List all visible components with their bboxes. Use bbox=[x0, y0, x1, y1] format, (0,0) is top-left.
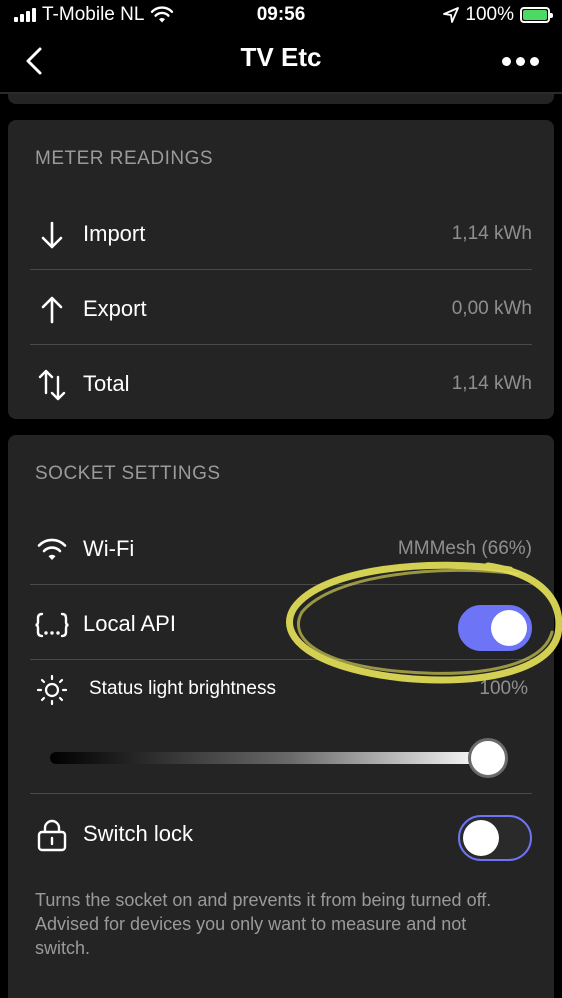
battery-charging-icon bbox=[520, 7, 553, 23]
wifi-row[interactable]: Wi-Fi MMMesh (66%) bbox=[30, 512, 532, 586]
arrow-down-icon bbox=[41, 221, 63, 249]
toggle-knob bbox=[491, 610, 527, 646]
wifi-value: MMMesh (66%) bbox=[397, 538, 532, 559]
meter-value: 0,00 kWh bbox=[451, 298, 532, 319]
arrow-up-icon bbox=[41, 296, 63, 324]
section-title: METER READINGS bbox=[35, 148, 214, 169]
toggle-knob bbox=[463, 820, 499, 856]
brightness-label: Status light brightness bbox=[89, 678, 276, 699]
meter-value: 1,14 kWh bbox=[451, 223, 532, 244]
wifi-icon bbox=[37, 538, 67, 560]
local-api-label: Local API bbox=[83, 611, 176, 636]
status-right: 100% bbox=[443, 4, 553, 26]
braces-icon bbox=[35, 612, 69, 638]
lock-icon bbox=[37, 819, 67, 852]
meter-row-import: Import 1,14 kWh bbox=[30, 197, 532, 271]
meter-readings-card: METER READINGS Import 1,14 kWh Export 0,… bbox=[8, 120, 554, 419]
meter-value: 1,14 kWh bbox=[451, 373, 532, 394]
page-title: TV Etc bbox=[240, 42, 322, 72]
wifi-label: Wi-Fi bbox=[83, 536, 135, 561]
switch-lock-description: Turns the socket on and prevents it from… bbox=[35, 890, 492, 958]
battery-percent: 100% bbox=[465, 4, 514, 25]
row-divider bbox=[30, 793, 532, 794]
meter-label: Total bbox=[83, 371, 130, 396]
arrows-up-down-icon bbox=[38, 369, 66, 401]
navigation-bar: TV Etc bbox=[0, 32, 562, 92]
brightness-slider-thumb[interactable] bbox=[468, 738, 508, 778]
ellipsis-icon[interactable] bbox=[500, 48, 540, 74]
row-divider bbox=[30, 659, 532, 660]
previous-card-edge bbox=[8, 94, 554, 104]
sun-icon bbox=[36, 674, 68, 706]
brightness-row: Status light brightness 100% bbox=[30, 662, 532, 722]
switch-lock-toggle[interactable] bbox=[458, 815, 532, 861]
meter-label: Import bbox=[83, 221, 146, 246]
location-arrow-icon bbox=[443, 7, 460, 23]
meter-row-total: Total 1,14 kWh bbox=[30, 347, 532, 421]
brightness-slider-track[interactable] bbox=[50, 752, 488, 764]
section-title: SOCKET SETTINGS bbox=[35, 463, 221, 484]
row-divider bbox=[30, 584, 532, 585]
switch-lock-row: Switch lock bbox=[30, 797, 532, 871]
row-divider bbox=[30, 269, 532, 270]
local-api-row: Local API bbox=[30, 587, 532, 661]
brightness-value: 100% bbox=[479, 678, 528, 699]
switch-lock-label: Switch lock bbox=[83, 821, 194, 846]
local-api-toggle[interactable] bbox=[458, 605, 532, 651]
meter-label: Export bbox=[83, 296, 147, 321]
status-bar: T-Mobile NL 09:56 100% bbox=[0, 0, 562, 32]
row-divider bbox=[30, 344, 532, 345]
meter-row-export: Export 0,00 kWh bbox=[30, 272, 532, 346]
